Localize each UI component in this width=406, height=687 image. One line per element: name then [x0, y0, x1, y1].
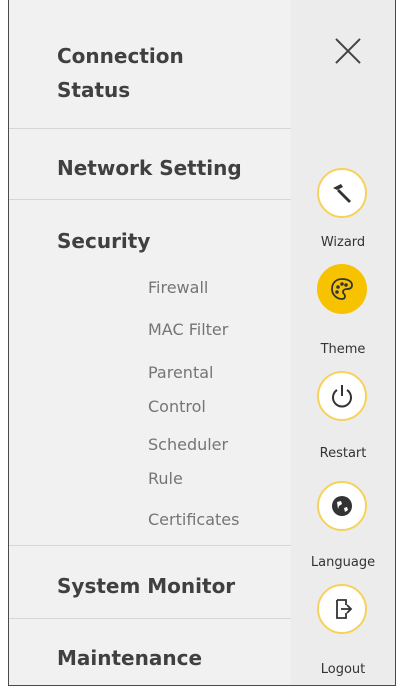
- submenu-mac-filter[interactable]: MAC Filter: [148, 313, 228, 347]
- logout-icon: [336, 599, 353, 619]
- theme-button[interactable]: [317, 264, 367, 314]
- restart-label: Restart: [319, 446, 367, 461]
- language-icon: [332, 496, 352, 516]
- submenu-scheduler-rule-line2: Rule: [148, 469, 183, 488]
- divider: [9, 199, 291, 200]
- menu-network-setting[interactable]: Network Setting: [57, 151, 242, 185]
- submenu-parental-control-line2: Control: [148, 397, 206, 416]
- theme-label: Theme: [320, 342, 366, 357]
- submenu-scheduler-rule-line1: Scheduler: [148, 435, 229, 454]
- submenu-firewall[interactable]: Firewall: [148, 271, 208, 305]
- divider: [9, 545, 291, 546]
- divider: [9, 128, 291, 129]
- submenu-parental-control[interactable]: Parental Control: [148, 356, 213, 424]
- wizard-label: Wizard: [320, 235, 366, 250]
- menu-security[interactable]: Security: [57, 224, 150, 258]
- close-icon[interactable]: [331, 34, 365, 68]
- logout-button[interactable]: [317, 584, 367, 634]
- menu-system-monitor[interactable]: System Monitor: [57, 569, 235, 603]
- menu-connection-status-line1: Connection: [57, 44, 184, 68]
- language-label: Language: [310, 555, 376, 570]
- menu-connection-status[interactable]: Connection Status: [57, 39, 184, 107]
- menu-connection-status-line2: Status: [57, 78, 131, 102]
- submenu-scheduler-rule[interactable]: Scheduler Rule: [148, 428, 228, 496]
- language-button[interactable]: [317, 481, 367, 531]
- wizard-button[interactable]: [317, 168, 367, 218]
- submenu-certificates[interactable]: Certificates: [148, 503, 239, 537]
- submenu-parental-control-line1: Parental: [148, 363, 214, 382]
- restart-icon: [332, 385, 352, 408]
- restart-button[interactable]: [317, 371, 367, 421]
- theme-icon: [331, 278, 353, 300]
- wizard-icon: [333, 184, 351, 203]
- divider: [9, 618, 291, 619]
- menu-maintenance[interactable]: Maintenance: [57, 641, 202, 675]
- logout-label: Logout: [320, 662, 366, 677]
